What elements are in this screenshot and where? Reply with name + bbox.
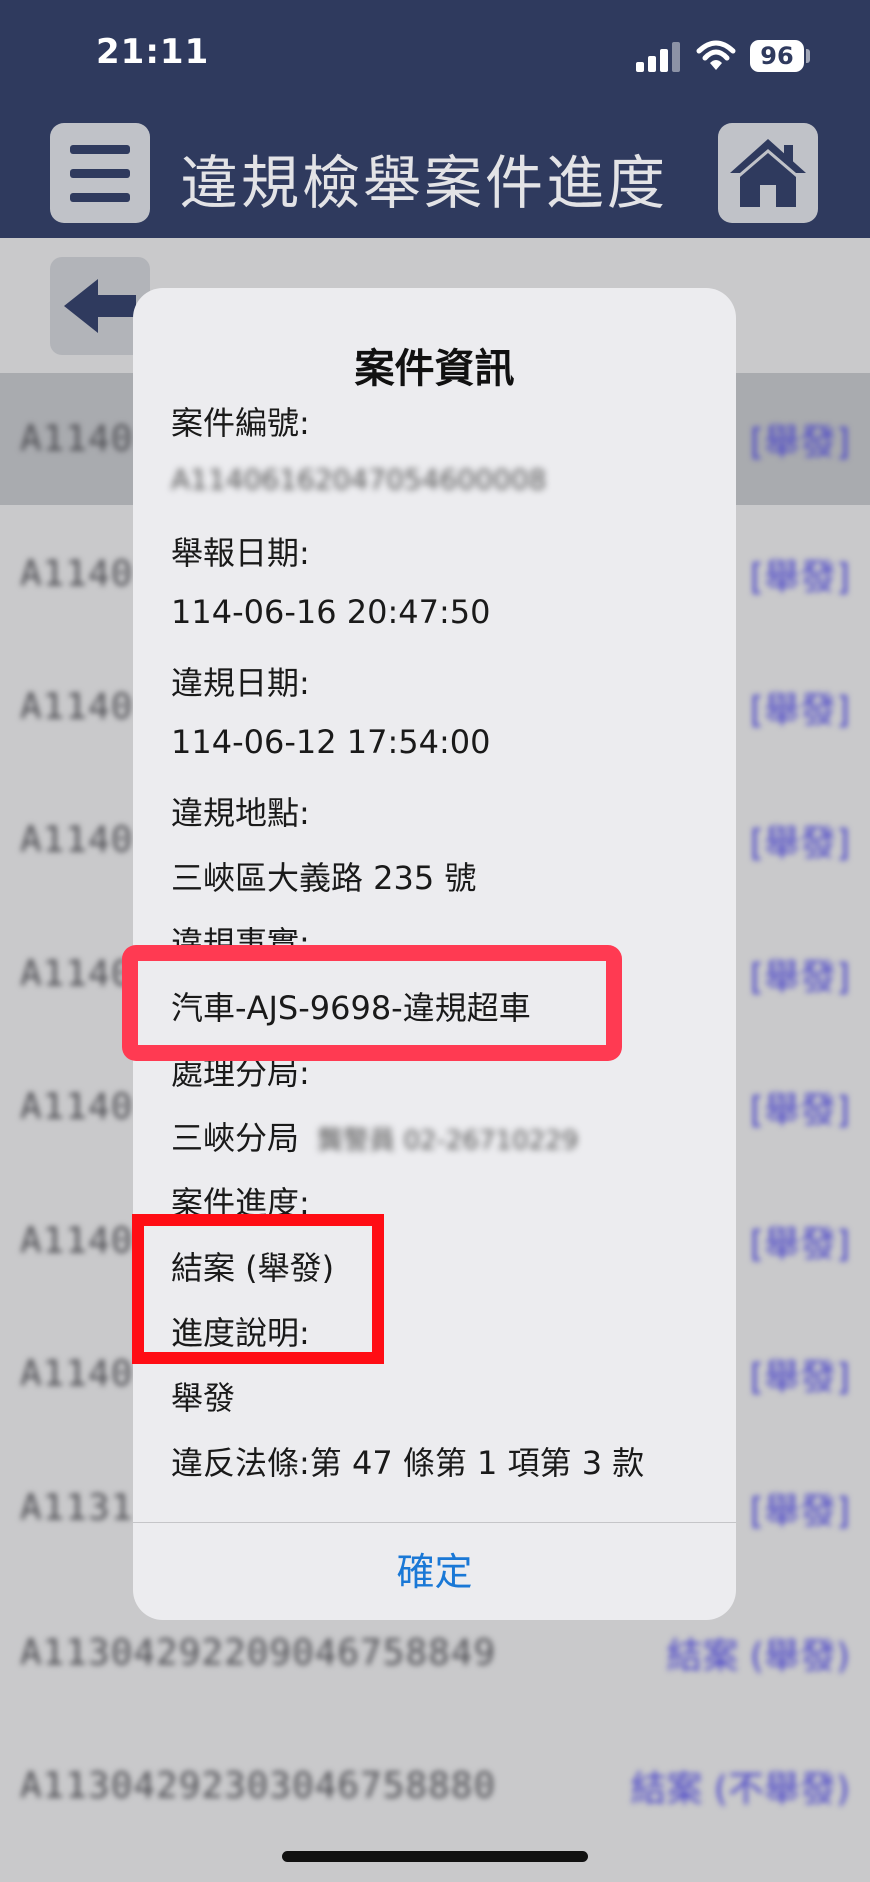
page-title: 違規檢舉案件進度 xyxy=(180,149,669,217)
case-number: A1140 xyxy=(20,1353,134,1395)
case-status: [舉發] xyxy=(749,1224,850,1265)
wifi-icon xyxy=(696,40,736,70)
case-number: A11304292209046758849 xyxy=(20,1632,497,1674)
home-icon xyxy=(730,139,806,207)
home-button[interactable] xyxy=(718,123,818,223)
list-item[interactable]: A11304292303046758880 結案 (不舉發) xyxy=(0,1720,870,1852)
cellular-signal-icon xyxy=(636,42,680,72)
case-status: [舉發] xyxy=(749,1090,850,1131)
case-status: [舉發] xyxy=(749,690,850,731)
case-number: A1140 xyxy=(20,686,134,728)
report-date-label: 舉報日期: xyxy=(171,534,310,572)
location-label: 違規地點: xyxy=(171,794,310,832)
case-status: [舉發] xyxy=(749,1491,850,1532)
case-status: [舉發] xyxy=(749,557,850,598)
case-status: [舉發] xyxy=(749,957,850,998)
dialog-divider xyxy=(133,1522,736,1523)
case-number-value: A11406162047054600008 xyxy=(171,463,547,496)
case-status: [舉發] xyxy=(749,422,850,463)
case-status: [舉發] xyxy=(749,1357,850,1398)
report-date-value: 114-06-16 20:47:50 xyxy=(171,593,491,631)
progress-note-value: 舉發 xyxy=(171,1379,236,1417)
menu-button[interactable] xyxy=(50,123,150,223)
case-number: A1140 xyxy=(20,953,134,995)
battery-icon: 96 xyxy=(750,40,804,72)
location-value: 三峽區大義路 235 號 xyxy=(171,859,477,897)
highlight-box-violation-fact xyxy=(122,945,622,1061)
branch-value: 三峽分局 龔警員 02-26710229 xyxy=(171,1113,578,1159)
home-indicator[interactable] xyxy=(282,1851,588,1862)
case-number: A1140 xyxy=(20,1220,134,1262)
confirm-button[interactable]: 確定 xyxy=(133,1524,736,1620)
case-status: 結案 (舉發) xyxy=(666,1636,850,1677)
case-number: A1140 xyxy=(20,819,134,861)
dialog-title: 案件資訊 xyxy=(354,346,515,392)
law-article: 違反法條:第 47 條第 1 項第 3 款 xyxy=(171,1444,645,1482)
case-number: A11304292303046758880 xyxy=(20,1765,497,1807)
violation-date-value: 114-06-12 17:54:00 xyxy=(171,723,491,761)
case-status: 結案 (不舉發) xyxy=(630,1769,850,1810)
case-status: [舉發] xyxy=(749,823,850,864)
case-number: A1140 xyxy=(20,418,134,460)
battery-tip xyxy=(806,49,810,63)
case-number-label: 案件編號: xyxy=(171,404,310,442)
branch-contact: 龔警員 02-26710229 xyxy=(317,1126,579,1156)
case-number: A1131 xyxy=(20,1487,134,1529)
branch-name: 三峽分局 xyxy=(171,1119,300,1157)
case-number: A1140 xyxy=(20,553,134,595)
app-header: 21:11 96 違規檢舉案件進度 xyxy=(0,0,870,238)
highlight-box-progress xyxy=(132,1214,384,1364)
status-time: 21:11 xyxy=(96,32,210,72)
case-number: A1140 xyxy=(20,1086,134,1128)
violation-date-label: 違規日期: xyxy=(171,664,310,702)
